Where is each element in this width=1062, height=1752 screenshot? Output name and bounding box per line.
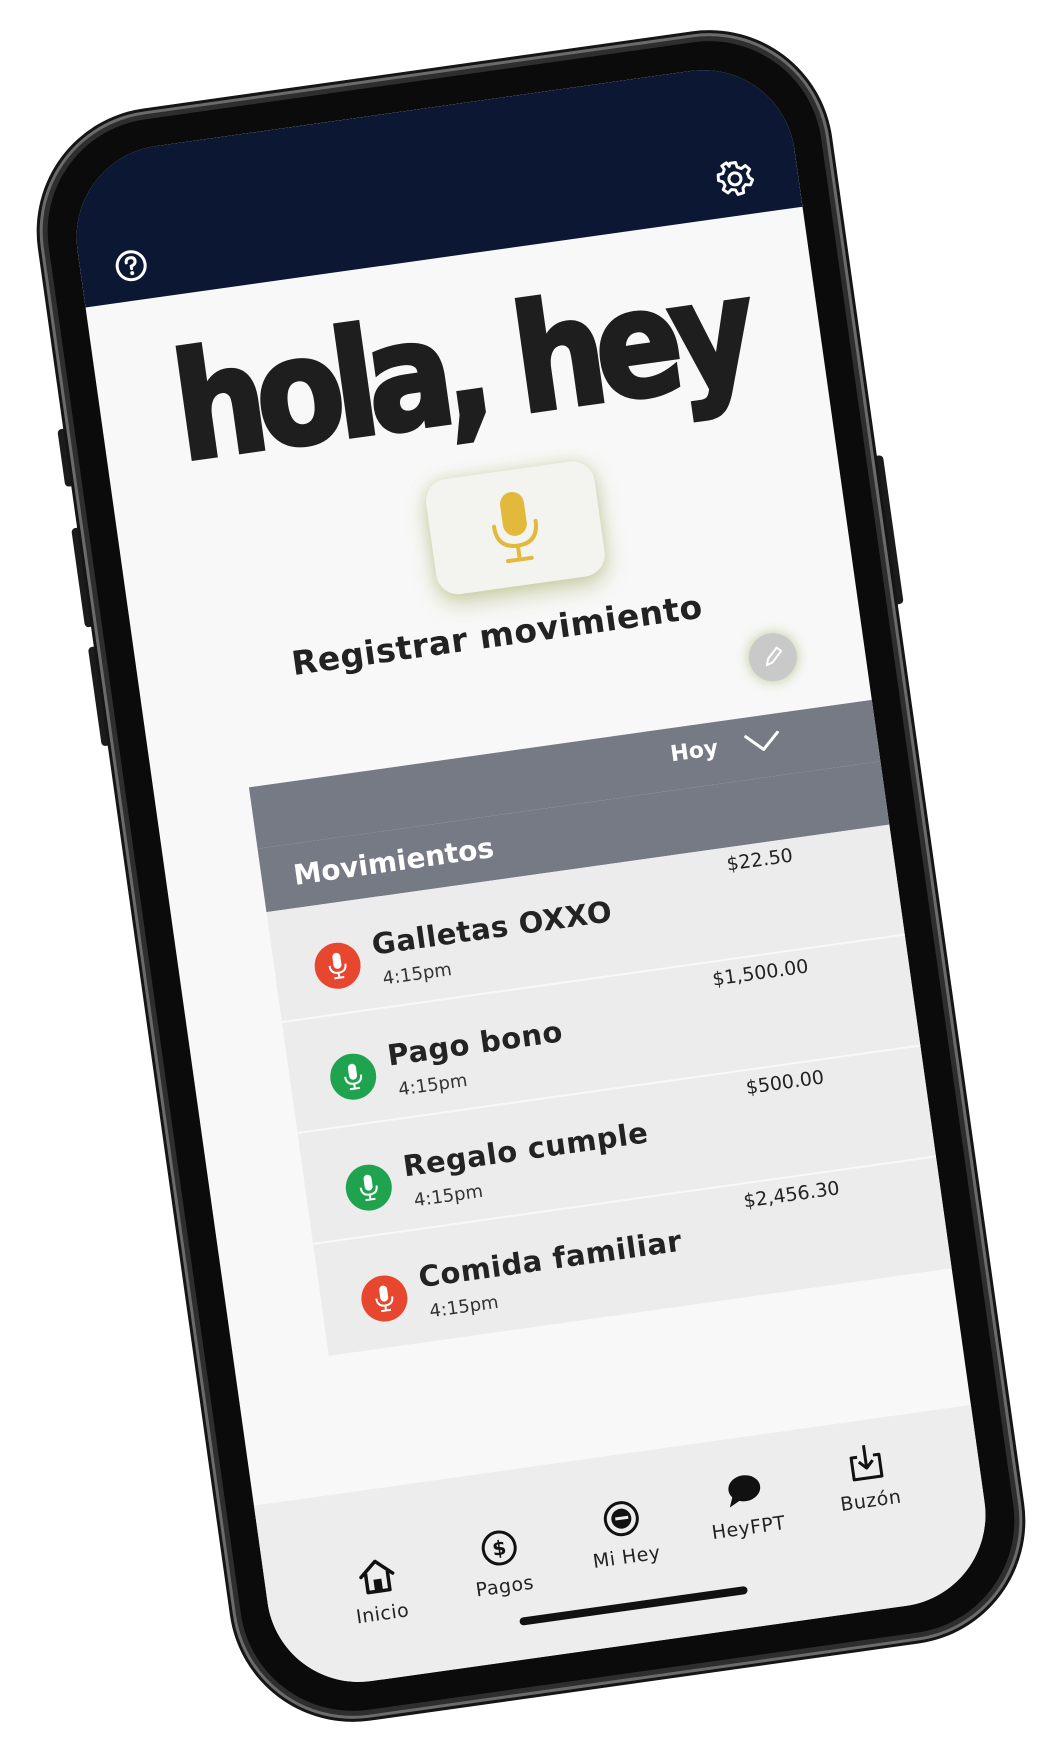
- microphone-icon: [375, 1285, 394, 1313]
- microphone-icon: [328, 952, 347, 980]
- settings-button[interactable]: [709, 153, 761, 205]
- hey-logo-icon: [603, 1501, 639, 1537]
- app-screen: hola, hey Registrar movimiento Hoy Movim…: [64, 58, 998, 1694]
- movement-title: Regalo cumple: [400, 1115, 651, 1184]
- microphone-icon: [344, 1063, 363, 1091]
- bottom-navigation: Inicio $ Pagos Mi Hey HeyFPT Buzón: [253, 1404, 998, 1694]
- expense-voice-badge: [358, 1272, 411, 1325]
- movement-amount: $1,500.00: [710, 955, 810, 991]
- movement-time: 4:15pm: [428, 1291, 500, 1323]
- dollar-circle-icon: $: [481, 1530, 517, 1566]
- nav-label: HeyFPT: [710, 1511, 787, 1545]
- nav-item-buzon[interactable]: Buzón: [808, 1435, 927, 1520]
- nav-item-pagos[interactable]: $ Pagos: [442, 1520, 561, 1605]
- movement-time: 4:15pm: [397, 1069, 469, 1101]
- date-filter-value: Hoy: [668, 735, 720, 768]
- income-voice-badge: [342, 1161, 395, 1214]
- phone-device: hola, hey Registrar movimiento Hoy Movim…: [27, 20, 1035, 1732]
- movement-amount: $500.00: [744, 1066, 826, 1100]
- nav-label: Inicio: [354, 1599, 411, 1629]
- edit-button[interactable]: [745, 630, 801, 685]
- gear-icon: [716, 161, 755, 196]
- nav-item-heyfpt[interactable]: HeyFPT: [686, 1464, 804, 1547]
- chat-bubble-icon: [728, 1475, 761, 1508]
- microphone-icon: [359, 1174, 378, 1202]
- movement-amount: $2,456.30: [742, 1177, 841, 1213]
- pencil-icon: [765, 646, 783, 667]
- voice-register-button[interactable]: [423, 458, 608, 598]
- nav-label: Pagos: [474, 1571, 536, 1602]
- movement-time: 4:15pm: [381, 959, 454, 990]
- phone-frame: hola, hey Registrar movimiento Hoy Movim…: [27, 20, 1035, 1732]
- inbox-download-icon: [849, 1445, 884, 1482]
- microphone-icon: [492, 492, 539, 564]
- movement-time: 4:15pm: [412, 1180, 485, 1212]
- nav-label: Mi Hey: [591, 1541, 662, 1573]
- movement-title: Galletas OXXO: [369, 894, 615, 962]
- expense-voice-badge: [311, 939, 364, 992]
- movements-list: Galletas OXXO 4:15pm $22.50 Pago bono 4:…: [266, 824, 952, 1356]
- svg-text:$: $: [491, 1535, 508, 1561]
- nav-item-mi-hey[interactable]: Mi Hey: [564, 1491, 683, 1576]
- help-button[interactable]: [105, 240, 157, 292]
- chevron-down-icon: [744, 730, 779, 751]
- income-voice-badge: [327, 1050, 380, 1103]
- date-filter-select[interactable]: Hoy: [669, 727, 783, 767]
- home-icon: [359, 1559, 395, 1595]
- home-indicator[interactable]: [519, 1585, 749, 1626]
- stage: hola, hey Registrar movimiento Hoy Movim…: [0, 0, 1062, 1752]
- nav-label: Buzón: [838, 1485, 903, 1516]
- movement-title: Pago bono: [385, 1014, 565, 1073]
- question-circle-icon: [115, 250, 147, 282]
- movement-title: Comida familiar: [416, 1223, 684, 1295]
- nav-item-inicio[interactable]: Inicio: [320, 1550, 438, 1633]
- movement-amount: $22.50: [725, 844, 795, 876]
